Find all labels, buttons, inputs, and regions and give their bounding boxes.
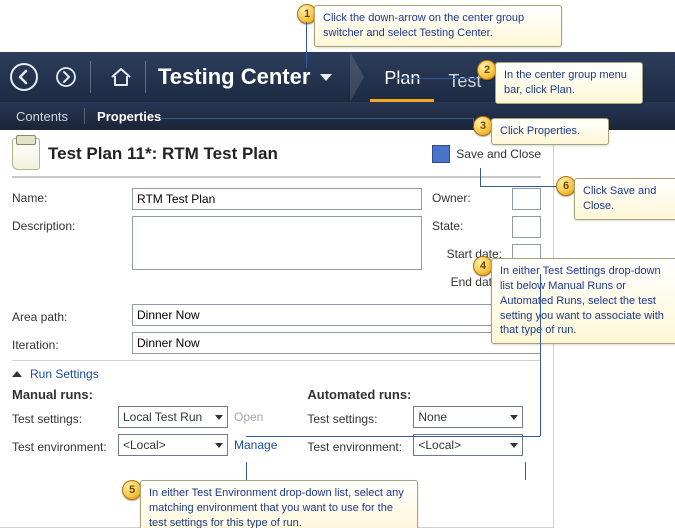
area-path-field[interactable] xyxy=(132,304,541,326)
badge-5: 5 xyxy=(122,480,142,500)
description-label: Description: xyxy=(12,216,122,233)
center-group-switcher[interactable]: Testing Center xyxy=(158,64,346,90)
leader-5a xyxy=(246,462,247,480)
form-lower: Area path: Iteration: Run Settings Manua… xyxy=(12,304,541,462)
save-close-label: Save and Close xyxy=(456,147,541,161)
center-group-menu: Plan Test xyxy=(370,52,495,102)
manual-env-label: Test environment: xyxy=(12,437,112,454)
manual-open-link: Open xyxy=(234,410,277,424)
chevron-down-icon xyxy=(510,415,518,420)
chevron-up-icon xyxy=(12,371,22,377)
runs-grid: Manual runs: Test settings: Local Test R… xyxy=(12,387,541,462)
back-button[interactable] xyxy=(6,59,42,95)
iteration-label: Iteration: xyxy=(12,335,122,352)
leader-1 xyxy=(306,22,307,68)
state-label: State: xyxy=(432,216,502,233)
leader-6b xyxy=(480,186,556,187)
auto-settings-value: None xyxy=(418,410,447,424)
leader-4a xyxy=(540,274,541,436)
manual-manage-link[interactable]: Manage xyxy=(234,438,277,452)
leader-6a xyxy=(480,168,481,186)
badge-6: 6 xyxy=(556,176,576,196)
run-settings-title: Run Settings xyxy=(30,367,99,381)
auto-env-value: <Local> xyxy=(418,438,461,452)
state-field[interactable] xyxy=(512,216,541,238)
description-field[interactable] xyxy=(132,216,422,270)
manual-settings-value: Local Test Run xyxy=(123,410,202,424)
manual-settings-label: Test settings: xyxy=(12,409,112,426)
badge-3: 3 xyxy=(473,116,493,136)
home-button[interactable] xyxy=(103,59,139,95)
nav-divider xyxy=(90,61,91,93)
manual-env-dropdown[interactable]: <Local> xyxy=(118,434,228,456)
callout-4: In either Test Settings drop-down list b… xyxy=(491,258,675,344)
badge-4: 4 xyxy=(473,256,493,276)
auto-settings-label: Test settings: xyxy=(307,409,407,426)
leader-5b xyxy=(525,462,526,480)
name-label: Name: xyxy=(12,188,122,205)
panel-title: Test Plan 11*: RTM Test Plan xyxy=(48,144,432,164)
save-and-close-button[interactable]: Save and Close xyxy=(432,145,541,163)
leader-3a xyxy=(160,118,473,119)
owner-field[interactable] xyxy=(512,188,541,210)
subtab-contents[interactable]: Contents xyxy=(10,106,74,127)
subtab-divider xyxy=(84,108,85,124)
leader-4b xyxy=(246,436,540,437)
chevron-down-icon xyxy=(510,443,518,448)
panel-header: Test Plan 11*: RTM Test Plan Save and Cl… xyxy=(12,138,541,178)
manual-runs-column: Manual runs: Test settings: Local Test R… xyxy=(12,387,277,462)
area-path-label: Area path: xyxy=(12,307,122,324)
manual-settings-dropdown[interactable]: Local Test Run xyxy=(118,406,228,428)
manual-runs-title: Manual runs: xyxy=(12,387,277,402)
auto-env-label: Test environment: xyxy=(307,437,407,454)
app-title: Testing Center xyxy=(158,64,310,90)
iteration-field[interactable] xyxy=(132,332,541,354)
nav-divider-2 xyxy=(145,61,146,93)
form-top-grid: Name: Owner: Description: State: Start d… xyxy=(12,188,541,294)
save-icon xyxy=(432,145,450,163)
automated-runs-column: Automated runs: Test settings: None Test… xyxy=(307,387,541,462)
leader-3b xyxy=(473,118,474,126)
callout-5: In either Test Environment drop-down lis… xyxy=(140,480,418,528)
callout-3: Click Properties. xyxy=(491,118,609,145)
forward-button[interactable] xyxy=(48,59,84,95)
manual-env-value: <Local> xyxy=(123,438,166,452)
automated-runs-title: Automated runs: xyxy=(307,387,541,402)
auto-env-dropdown[interactable]: <Local> xyxy=(413,434,523,456)
name-field[interactable] xyxy=(132,188,422,210)
subtab-properties[interactable]: Properties xyxy=(91,106,167,127)
owner-label: Owner: xyxy=(432,188,502,205)
leader-2 xyxy=(395,78,477,79)
callout-2: In the center group menu bar, click Plan… xyxy=(495,62,643,104)
chevron-down-icon xyxy=(215,415,223,420)
badge-2: 2 xyxy=(477,60,497,80)
run-settings-toggle[interactable]: Run Settings xyxy=(12,360,541,381)
tab-plan[interactable]: Plan xyxy=(370,60,434,102)
callout-6: Click Save and Close. xyxy=(574,178,675,220)
properties-panel: Test Plan 11*: RTM Test Plan Save and Cl… xyxy=(0,130,554,528)
callout-1: Click the down-arrow on the center group… xyxy=(314,5,562,47)
chevron-down-icon xyxy=(320,74,332,81)
auto-settings-dropdown[interactable]: None xyxy=(413,406,523,428)
chevron-down-icon xyxy=(215,443,223,448)
title-chevron-separator xyxy=(350,52,364,102)
test-plan-icon xyxy=(12,138,40,170)
